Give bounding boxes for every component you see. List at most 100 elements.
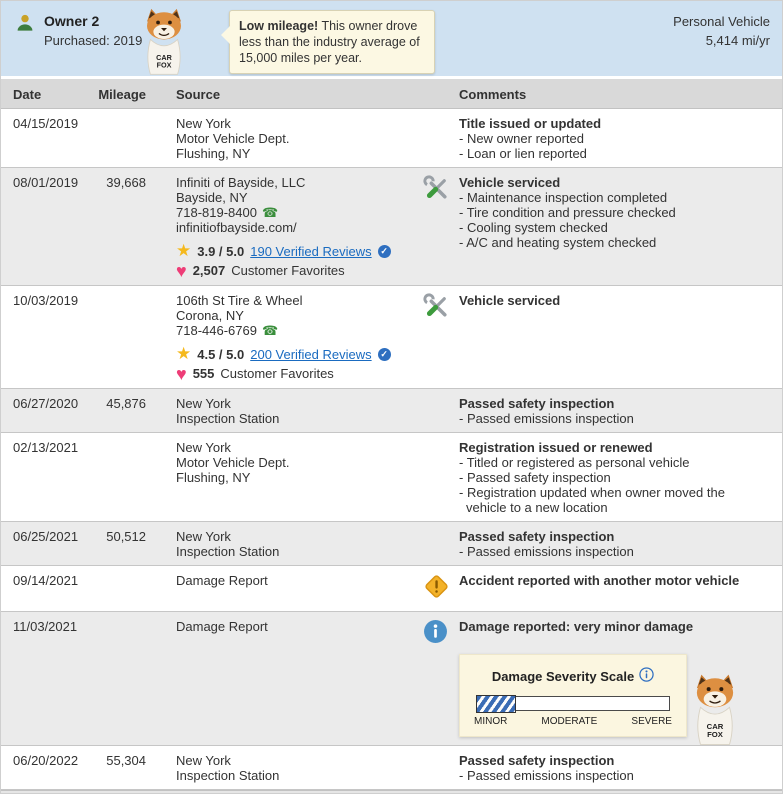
- severity-bar: [476, 696, 670, 711]
- owner-info: Owner 2 Purchased: 2019: [15, 13, 142, 48]
- phone-icon[interactable]: ☎: [262, 205, 278, 220]
- carfax-owner-history-section: Owner 2 Purchased: 2019 CAR FOX Low mile…: [0, 0, 783, 794]
- date-cell: 04/15/2019: [13, 116, 98, 161]
- comment-icon-cell: [421, 529, 459, 559]
- date-cell: 06/20/2022: [13, 753, 98, 783]
- comment-detail: - Passed emissions inspection: [459, 411, 766, 426]
- comment-icon-cell: [421, 396, 459, 426]
- comment-detail: - New owner reported: [459, 131, 766, 146]
- accident-alert-icon: [423, 588, 450, 603]
- source-cell: Damage Report: [176, 619, 421, 739]
- comment-title: Passed safety inspection: [459, 529, 766, 544]
- source-line: Flushing, NY: [176, 470, 421, 485]
- phone-icon[interactable]: ☎: [262, 323, 278, 338]
- mileage-cell: 39,668: [98, 175, 176, 279]
- rating-score: 4.5 / 5.0: [197, 347, 244, 362]
- source-line: New York: [176, 753, 421, 768]
- comment-icon-cell: [421, 116, 459, 161]
- carfax-fox-mascot: CAR FOX: [132, 8, 196, 76]
- table-row: 06/27/2020 45,876 New YorkInspection Sta…: [1, 389, 782, 433]
- footer-bar: [1, 790, 782, 794]
- carfax-fox-mascot: CAR FOX: [686, 672, 744, 748]
- verified-reviews-link[interactable]: 200 Verified Reviews: [250, 347, 371, 362]
- table-row: 06/25/2021 50,512 New YorkInspection Sta…: [1, 522, 782, 566]
- comment-detail: - Titled or registered as personal vehic…: [459, 455, 766, 470]
- source-line: Bayside, NY: [176, 190, 421, 205]
- source-line: Flushing, NY: [176, 146, 421, 161]
- source-line: Infiniti of Bayside, LLC: [176, 175, 421, 190]
- comment-detail: - Tire condition and pressure checked: [459, 205, 766, 220]
- verified-badge-icon: ✓: [378, 245, 391, 258]
- comment-detail: - Cooling system checked: [459, 220, 766, 235]
- heart-icon: ♥: [176, 366, 187, 382]
- comments-cell: Passed safety inspection - Passed emissi…: [459, 396, 768, 426]
- source-cell: New YorkInspection Station: [176, 396, 421, 426]
- source-line: Damage Report: [176, 619, 421, 634]
- mileage-cell: [98, 619, 176, 739]
- severity-label-severe: SEVERE: [631, 716, 672, 728]
- damage-severity-panel: Damage Severity Scale MINOR MODERATE SEV…: [459, 654, 687, 737]
- mileage-cell: [98, 293, 176, 382]
- source-cell: Damage Report: [176, 573, 421, 605]
- comment-detail: - Loan or lien reported: [459, 146, 766, 161]
- dealer-rating: ★ 4.5 / 5.0 200 Verified Reviews ✓: [176, 346, 421, 362]
- comments-cell: Passed safety inspection - Passed emissi…: [459, 529, 768, 559]
- date-cell: 11/03/2021: [13, 619, 98, 739]
- comment-icon-cell: [421, 573, 459, 605]
- table-row: 10/03/2019 106th St Tire & WheelCorona, …: [1, 286, 782, 389]
- source-line: Motor Vehicle Dept.: [176, 131, 421, 146]
- source-cell: New YorkMotor Vehicle Dept.Flushing, NY: [176, 116, 421, 161]
- favorites-count: 2,507: [193, 263, 226, 278]
- date-cell: 08/01/2019: [13, 175, 98, 279]
- table-row: 06/20/2022 55,304 New YorkInspection Sta…: [1, 746, 782, 790]
- verified-reviews-link[interactable]: 190 Verified Reviews: [250, 244, 371, 259]
- source-line: Inspection Station: [176, 411, 421, 426]
- table-row: 09/14/2021 Damage Report Accident report…: [1, 566, 782, 612]
- column-header-date: Date: [13, 87, 98, 102]
- mileage-cell: [98, 116, 176, 161]
- source-line: New York: [176, 396, 421, 411]
- table-row: 08/01/2019 39,668 Infiniti of Bayside, L…: [1, 168, 782, 286]
- date-cell: 02/13/2021: [13, 440, 98, 515]
- vehicle-usage-summary: Personal Vehicle 5,414 mi/yr: [673, 12, 770, 50]
- date-cell: 06/27/2020: [13, 396, 98, 426]
- history-rows: 04/15/2019 New YorkMotor Vehicle Dept.Fl…: [1, 109, 782, 790]
- svg-text:FOX: FOX: [157, 60, 172, 69]
- source-cell: New YorkInspection Station: [176, 753, 421, 783]
- service-wrench-icon: [423, 308, 450, 323]
- comment-detail: - A/C and heating system checked: [459, 235, 766, 250]
- source-cell: New YorkMotor Vehicle Dept.Flushing, NY: [176, 440, 421, 515]
- date-cell: 09/14/2021: [13, 573, 98, 605]
- dealer-rating: ★ 3.9 / 5.0 190 Verified Reviews ✓: [176, 243, 421, 259]
- owner-title: Owner 2: [44, 13, 142, 29]
- comment-icon-cell: [421, 440, 459, 515]
- comments-cell: Damage reported: very minor damage Damag…: [459, 619, 768, 739]
- mileage-cell: [98, 573, 176, 605]
- date-cell: 10/03/2019: [13, 293, 98, 382]
- star-icon: ★: [176, 346, 191, 362]
- source-line: Inspection Station: [176, 544, 421, 559]
- rating-score: 3.9 / 5.0: [197, 244, 244, 259]
- comments-cell: Title issued or updated - New owner repo…: [459, 116, 768, 161]
- table-row: 04/15/2019 New YorkMotor Vehicle Dept.Fl…: [1, 109, 782, 168]
- mileage-cell: [98, 440, 176, 515]
- comment-detail: - Registration updated when owner moved …: [459, 485, 766, 515]
- carfax-fox-mascot: CAR FOX: [686, 672, 744, 748]
- table-row: 02/13/2021 New YorkMotor Vehicle Dept.Fl…: [1, 433, 782, 522]
- low-mileage-tooltip: Low mileage! This owner drove less than …: [229, 10, 435, 74]
- damage-severity-title: Damage Severity Scale: [474, 667, 672, 686]
- comment-title: Passed safety inspection: [459, 396, 766, 411]
- customer-favorites: ♥ 555 Customer Favorites: [176, 365, 421, 382]
- severity-info-icon[interactable]: [639, 667, 654, 686]
- comment-title: Registration issued or renewed: [459, 440, 766, 455]
- tooltip-bold-text: Low mileage!: [239, 19, 318, 33]
- favorites-count: 555: [193, 366, 215, 381]
- comment-icon-cell: [421, 293, 459, 382]
- svg-text:FOX: FOX: [707, 730, 724, 739]
- service-wrench-icon: [423, 190, 450, 205]
- source-cell: New YorkInspection Station: [176, 529, 421, 559]
- comment-detail: - Passed emissions inspection: [459, 768, 766, 783]
- source-phone: 718-446-6769☎: [176, 323, 421, 338]
- mileage-cell: 55,304: [98, 753, 176, 783]
- source-line: New York: [176, 440, 421, 455]
